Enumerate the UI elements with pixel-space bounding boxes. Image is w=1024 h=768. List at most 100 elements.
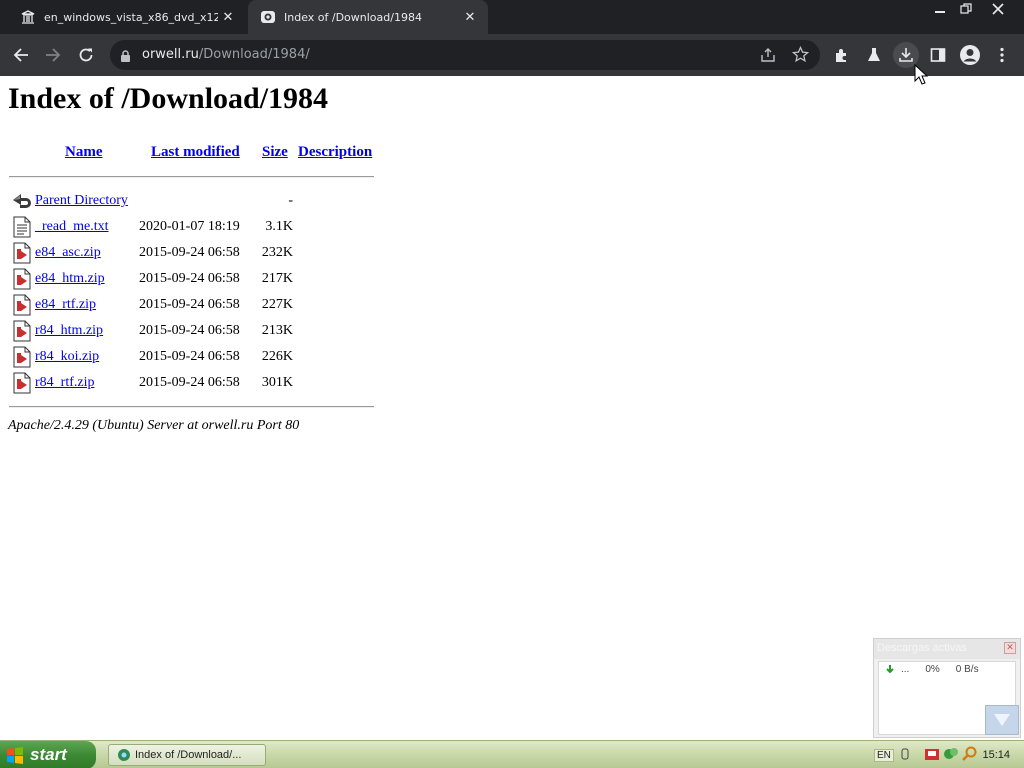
file-modified: 2015-09-24 06:58: [139, 297, 240, 312]
mouse-cursor-icon: [914, 63, 929, 90]
download-speed: 0 B/s: [955, 664, 979, 675]
site-icon: [260, 9, 276, 25]
file-size: -: [288, 193, 293, 208]
table-row: r84_htm.zip 2015-09-24 06:58 213K: [0, 319, 400, 345]
back-icon: [11, 190, 33, 212]
minimize-button[interactable]: [926, 0, 954, 18]
file-size: 232K: [261, 245, 293, 260]
table-row: Parent Directory -: [0, 189, 400, 215]
close-window-button[interactable]: [984, 0, 1012, 18]
bookmark-star-icon[interactable]: [791, 45, 810, 67]
taskbar-window-label: Index of /Download/...: [135, 749, 242, 761]
address-bar[interactable]: orwell.ru/Download/1984/: [110, 40, 820, 70]
zip-icon: [11, 372, 33, 394]
back-button[interactable]: [8, 42, 34, 68]
file-size: 301K: [261, 375, 293, 390]
close-icon[interactable]: ✕: [1004, 642, 1016, 654]
arrow-down-icon[interactable]: [985, 705, 1019, 735]
tray-app-icon[interactable]: [900, 747, 910, 764]
url-host: orwell.ru: [142, 47, 199, 62]
side-panel-icon[interactable]: [925, 42, 951, 68]
browser-icon: [117, 748, 131, 762]
file-link[interactable]: r84_koi.zip: [35, 349, 99, 365]
file-size: 213K: [261, 323, 293, 338]
file-modified: 2020-01-07 18:19: [139, 219, 240, 234]
start-label: start: [30, 745, 67, 764]
close-icon[interactable]: ✕: [218, 7, 238, 27]
download-name: ...: [901, 664, 910, 675]
file-modified: 2015-09-24 06:58: [139, 271, 240, 286]
zip-icon: [11, 320, 33, 342]
file-link[interactable]: _read_me.txt: [35, 219, 108, 235]
table-row: e84_rtf.zip 2015-09-24 06:58 227K: [0, 293, 400, 319]
zip-icon: [11, 346, 33, 368]
extensions-icon[interactable]: [829, 42, 855, 68]
file-link[interactable]: r84_rtf.zip: [35, 375, 94, 391]
library-icon: [20, 9, 36, 25]
zip-icon: [11, 294, 33, 316]
tab-index-download[interactable]: Index of /Download/1984 ✕: [248, 0, 488, 34]
taskbar-window-button[interactable]: Index of /Download/...: [108, 744, 266, 766]
url-path: /Download/1984/: [198, 47, 310, 62]
start-button[interactable]: start: [0, 741, 96, 768]
sort-by-size-link[interactable]: Size: [262, 144, 288, 161]
browser-titlebar: en_windows_vista_x86_dvd_x12-3 ✕ Index o…: [0, 0, 1024, 34]
browser-toolbar: orwell.ru/Download/1984/: [0, 34, 1024, 76]
profile-avatar-icon[interactable]: [957, 42, 983, 68]
tray-network-icon[interactable]: [943, 746, 959, 765]
file-link[interactable]: r84_htm.zip: [35, 323, 103, 339]
menu-kebab-icon[interactable]: [989, 42, 1015, 68]
file-modified: 2015-09-24 06:58: [139, 349, 240, 364]
sort-by-name-link[interactable]: Name: [65, 144, 103, 161]
table-row: r84_koi.zip 2015-09-24 06:58 226K: [0, 345, 400, 371]
zip-icon: [11, 268, 33, 290]
close-icon[interactable]: ✕: [460, 7, 480, 27]
file-modified: 2015-09-24 06:58: [139, 323, 240, 338]
file-modified: 2015-09-24 06:58: [139, 245, 240, 260]
windows-logo-icon: [6, 746, 24, 764]
file-link[interactable]: e84_rtf.zip: [35, 297, 96, 313]
zip-icon: [11, 242, 33, 264]
sort-by-description-link[interactable]: Description: [298, 144, 372, 161]
clock: 15:14: [982, 749, 1010, 761]
file-modified: 2015-09-24 06:58: [139, 375, 240, 390]
table-row: r84_rtf.zip 2015-09-24 06:58 301K: [0, 371, 400, 397]
file-size: 227K: [261, 297, 293, 312]
tray-security-icon[interactable]: [924, 746, 940, 765]
page-title: Index of /Download/1984: [8, 82, 329, 115]
tab-title: en_windows_vista_x86_dvd_x12-3: [44, 10, 218, 24]
windows-taskbar: start Index of /Download/... EN 15:14: [0, 740, 1024, 768]
file-link[interactable]: Parent Directory: [35, 193, 128, 209]
file-size: 226K: [261, 349, 293, 364]
file-size: 3.1K: [265, 219, 293, 234]
sort-by-modified-link[interactable]: Last modified: [151, 144, 240, 161]
table-row: e84_asc.zip 2015-09-24 06:58 232K: [0, 241, 400, 267]
restore-button[interactable]: [952, 0, 980, 18]
server-signature: Apache/2.4.29 (Ubuntu) Server at orwell.…: [8, 418, 300, 433]
labs-flask-icon[interactable]: [861, 42, 887, 68]
lock-icon[interactable]: [120, 48, 131, 67]
table-row: _read_me.txt 2020-01-07 18:19 3.1K: [0, 215, 400, 241]
download-progress: 0%: [925, 664, 940, 675]
table-row: e84_htm.zip 2015-09-24 06:58 217K: [0, 267, 400, 293]
download-item[interactable]: ... 0% 0 B/s: [885, 664, 979, 677]
widget-title: Descargas activas: [874, 639, 1020, 659]
file-size: 217K: [261, 271, 293, 286]
reload-button[interactable]: [73, 42, 99, 68]
active-downloads-widget[interactable]: Descargas activas ✕ ... 0% 0 B/s: [873, 638, 1021, 738]
divider: [9, 176, 374, 178]
download-arrow-icon: [885, 664, 895, 677]
share-icon[interactable]: [760, 47, 776, 67]
file-link[interactable]: e84_asc.zip: [35, 245, 101, 261]
forward-button[interactable]: [40, 42, 66, 68]
system-tray: EN 15:14: [868, 741, 1024, 768]
file-link[interactable]: e84_htm.zip: [35, 271, 105, 287]
page-content: Index of /Download/1984 Name Last modifi…: [0, 76, 1024, 740]
language-indicator[interactable]: EN: [874, 748, 894, 762]
text-file-icon: [11, 216, 33, 238]
divider: [9, 406, 374, 408]
tab-vista-download[interactable]: en_windows_vista_x86_dvd_x12-3 ✕: [8, 0, 246, 34]
url-text: orwell.ru/Download/1984/: [142, 47, 310, 62]
tray-search-icon[interactable]: [962, 746, 978, 765]
tab-title: Index of /Download/1984: [284, 10, 422, 24]
